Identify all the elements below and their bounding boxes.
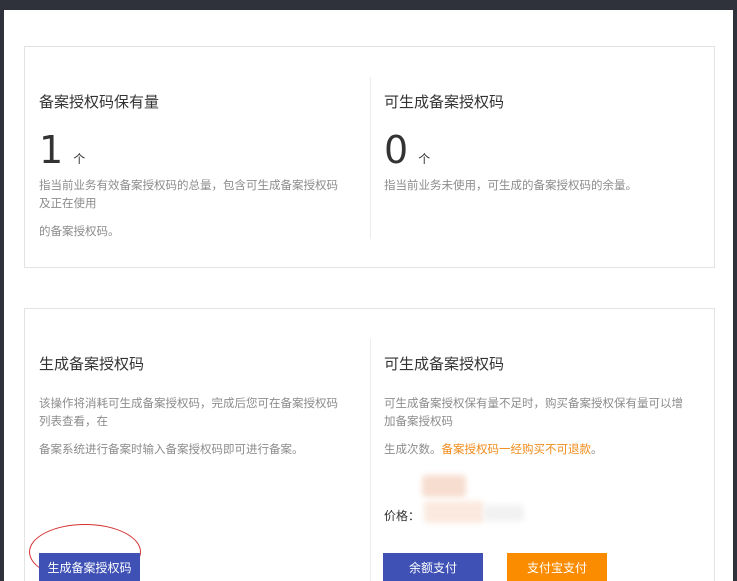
- purchase-title: 可生成备案授权码: [384, 355, 505, 373]
- refund-warning: 备案授权码一经购买不可退款: [441, 442, 592, 456]
- generate-card: 生成备案授权码 该操作将消耗可生成备案授权码，完成后您可在备案授权码列表查看，在…: [24, 308, 715, 581]
- redacted-price: [422, 475, 466, 497]
- available-codes-desc: 指当前业务未使用，可生成的备案授权码的余量。: [384, 178, 637, 192]
- holdings-total-number: 1: [39, 128, 64, 172]
- card-divider: [370, 77, 371, 239]
- available-codes-number: 0: [384, 128, 409, 172]
- generate-code-title: 生成备案授权码: [39, 355, 145, 373]
- holdings-total-desc-cont: 的备案授权码。: [39, 224, 120, 238]
- purchase-desc: 可生成备案授权保有量不足时，购买备案授权保有量可以增加备案授权码: [384, 396, 683, 428]
- purchase-desc-suffix: 。: [591, 442, 603, 456]
- generate-code-desc: 该操作将消耗可生成备案授权码，完成后您可在备案授权码列表查看，在: [39, 396, 338, 428]
- generate-code-desc-cont: 备案系统进行备案时输入备案授权码即可进行备案。: [39, 442, 304, 456]
- available-codes-title: 可生成备案授权码: [384, 93, 505, 111]
- window-right-frame: [733, 0, 737, 581]
- purchase-desc-cont: 生成次数。备案授权码一经购买不可退款。: [384, 440, 704, 458]
- main-content: 备案授权码保有量 1个 指当前业务有效备案授权码的总量，包含可生成备案授权码及正…: [4, 10, 733, 581]
- redacted-price: [424, 501, 484, 523]
- holdings-total-desc: 指当前业务有效备案授权码的总量，包含可生成备案授权码及正在使用: [39, 178, 338, 210]
- alipay-pay-button[interactable]: 支付宝支付: [507, 553, 607, 581]
- holdings-total-count: 1个: [39, 131, 85, 169]
- purchase-desc-prefix: 生成次数。: [384, 442, 442, 456]
- price-label: 价格：: [384, 509, 421, 523]
- available-codes-unit: 个: [418, 152, 431, 166]
- card-divider: [370, 339, 371, 581]
- generate-code-button[interactable]: 生成备案授权码: [39, 553, 140, 581]
- redacted-price: [484, 505, 524, 521]
- balance-pay-button[interactable]: 余额支付: [383, 553, 483, 581]
- purchase-section: 可生成备案授权码 可生成备案授权保有量不足时，购买备案授权保有量可以增加备案授权…: [384, 309, 704, 581]
- available-codes-count: 0个: [384, 131, 430, 169]
- holdings-total-unit: 个: [73, 152, 86, 166]
- holdings-card: 备案授权码保有量 1个 指当前业务有效备案授权码的总量，包含可生成备案授权码及正…: [24, 46, 715, 268]
- holdings-total-title: 备案授权码保有量: [39, 93, 160, 111]
- window-top-frame: [0, 0, 737, 10]
